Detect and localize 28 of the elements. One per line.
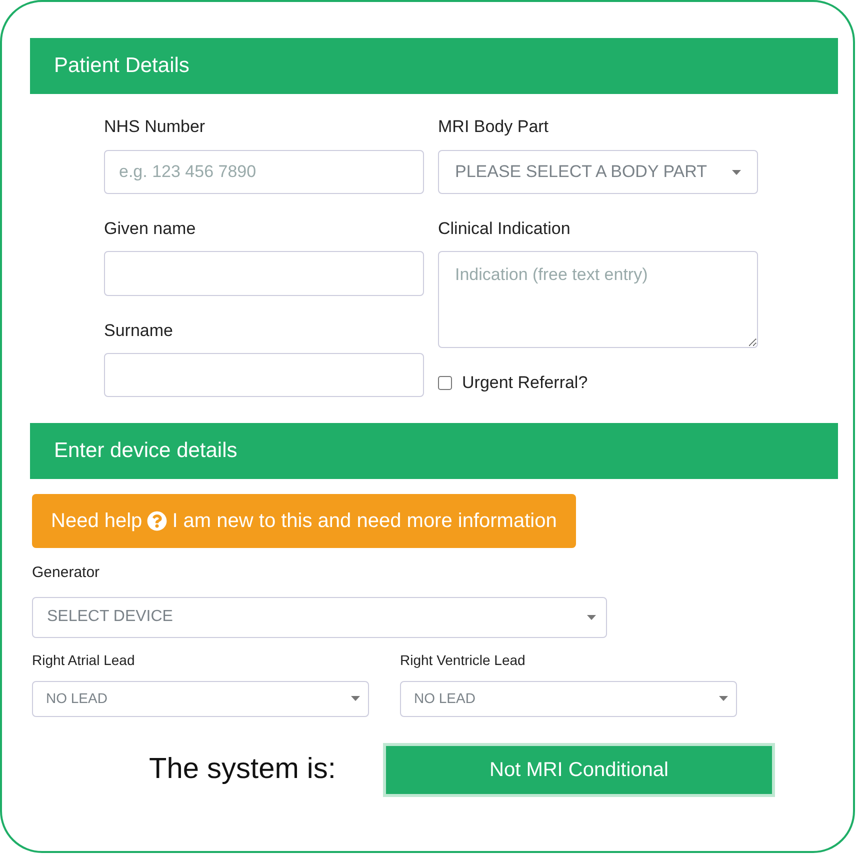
nhs-number-field[interactable]: e.g. 123 456 7890 bbox=[104, 150, 424, 194]
help-button[interactable]: Need help I am new to this and need more information bbox=[32, 494, 576, 548]
field-label: MRI Body Part bbox=[438, 116, 550, 136]
dropdown[interactable]: NO LEAD bbox=[400, 680, 737, 716]
help-icon bbox=[147, 511, 168, 531]
field-label: Surname bbox=[104, 320, 174, 340]
dropdown[interactable]: PLEASE SELECT A BODY PART bbox=[438, 150, 758, 194]
given-name-field[interactable] bbox=[104, 251, 424, 296]
section-header: Patient Details bbox=[30, 38, 838, 94]
field-label: Clinical Indication bbox=[438, 218, 572, 238]
dropdown[interactable]: SELECT DEVICE bbox=[32, 596, 607, 638]
caret-icon bbox=[351, 696, 360, 701]
field-label: NHS Number bbox=[104, 116, 206, 136]
field-label: Given name bbox=[104, 218, 197, 238]
field-label: Generator bbox=[32, 563, 101, 583]
caret-icon bbox=[719, 696, 728, 701]
surname-field[interactable] bbox=[104, 353, 424, 397]
section-header: Enter device details bbox=[30, 423, 838, 479]
system-label: The system is: bbox=[149, 752, 337, 787]
indication-field[interactable]: Indication (free text entry) bbox=[438, 251, 758, 348]
field-label: Right Ventricle Lead bbox=[400, 650, 526, 670]
field-label: Right Atrial Lead bbox=[32, 650, 136, 670]
caret-icon bbox=[587, 614, 596, 620]
caret-icon bbox=[732, 170, 741, 174]
status-badge: Not MRI Conditional bbox=[383, 742, 775, 796]
dropdown[interactable]: NO LEAD bbox=[32, 680, 369, 716]
checkbox-label: Urgent Referral? bbox=[462, 372, 588, 394]
urgent-checkbox[interactable] bbox=[438, 376, 452, 390]
